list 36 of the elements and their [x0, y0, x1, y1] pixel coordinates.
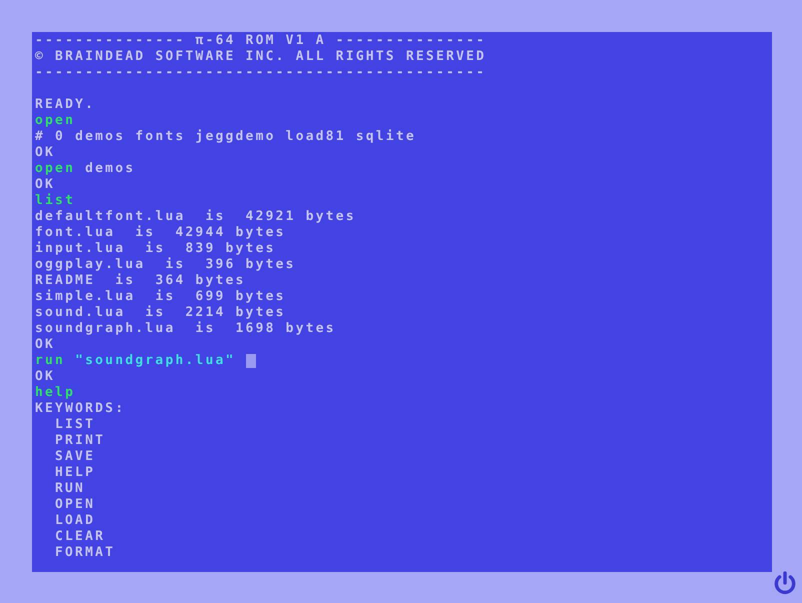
string-argument: "soundgraph.lua": [75, 353, 236, 369]
output-text: simple.lua is 699 bytes: [35, 289, 286, 305]
output-text: demos: [85, 161, 136, 177]
output-text: CLEAR: [55, 529, 106, 545]
output-text: READY.: [35, 97, 96, 113]
output-text: PRINT: [55, 433, 106, 449]
output-text: KEYWORDS:: [35, 401, 126, 417]
output-text: README is 364 bytes: [35, 273, 246, 289]
output-text: OK: [35, 369, 56, 385]
output-text: SAVE: [55, 449, 96, 465]
output-text: FORMAT: [55, 545, 116, 561]
command-text: open: [35, 113, 76, 129]
output-text: # 0 demos fonts jeggdemo load81 sqlite: [35, 129, 416, 145]
output-text: ---------------------------------------------: [35, 65, 486, 81]
text-cursor: [246, 354, 256, 368]
output-text: © BRAINDEAD SOFTWARE INC. ALL RIGHTS RESERVED: [35, 49, 486, 65]
output-text: HELP: [55, 465, 96, 481]
output-text: OK: [35, 177, 56, 193]
output-text: input.lua is 839 bytes: [35, 241, 276, 257]
command-text: help: [35, 385, 76, 401]
output-text: OK: [35, 337, 56, 353]
power-icon[interactable]: [772, 571, 798, 597]
output-text: --------------- π-64 ROM V1 A ---------------: [35, 33, 486, 49]
command-text: list: [35, 193, 76, 209]
output-text: OPEN: [55, 497, 96, 513]
command-text: run: [35, 353, 66, 369]
output-text: soundgraph.lua is 1698 bytes: [35, 321, 336, 337]
command-text: open: [35, 161, 76, 177]
output-text: OK: [35, 145, 56, 161]
output-text: LOAD: [55, 513, 96, 529]
output-text: defaultfont.lua is 42921 bytes: [35, 209, 356, 225]
output-text: sound.lua is 2214 bytes: [35, 305, 286, 321]
output-text: oggplay.lua is 396 bytes: [35, 257, 296, 273]
output-text: LIST: [55, 417, 96, 433]
output-text: RUN: [55, 481, 86, 497]
output-text: font.lua is 42944 bytes: [35, 225, 286, 241]
